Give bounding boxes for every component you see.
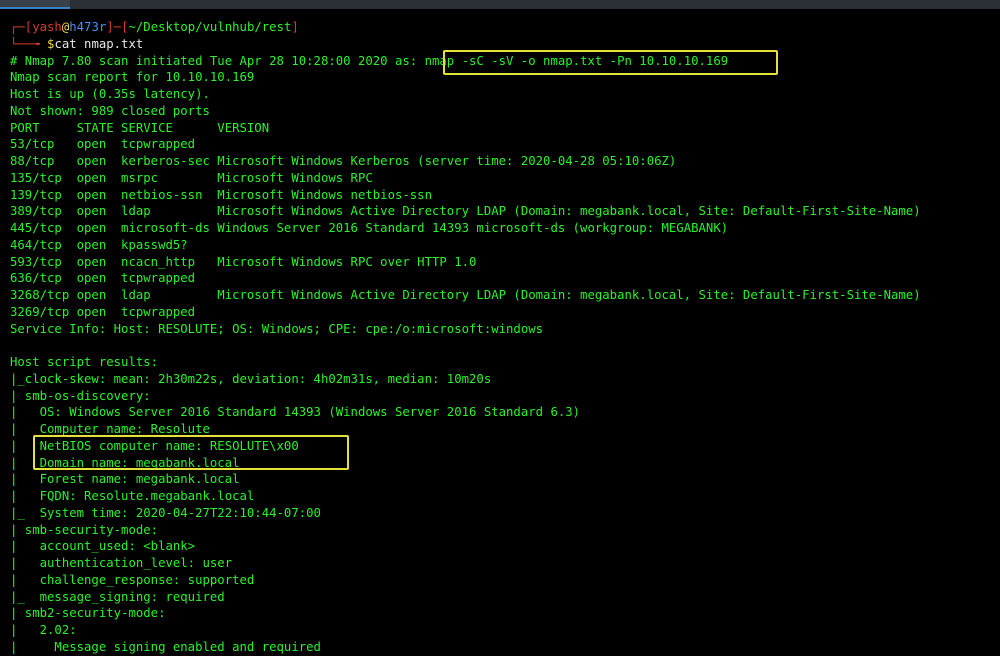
port-row: 139/tcp open netbios-ssn Microsoft Windo… xyxy=(10,187,432,202)
prompt-separator: ]─[ xyxy=(106,20,129,34)
port-row: 636/tcp open tcpwrapped xyxy=(10,271,196,286)
netbios-domain-highlight-box xyxy=(33,435,349,470)
port-row: 88/tcp open kerberos-sec Microsoft Windo… xyxy=(10,154,677,168)
port-row: 593/tcp open ncacn_http Microsoft Window… xyxy=(10,254,477,269)
typed-command: cat nmap.txt xyxy=(54,36,144,51)
prompt-user: yash xyxy=(32,20,62,34)
prompt-open-bracket: ┌─[ xyxy=(10,20,33,34)
prompt-arrow: └──╼ xyxy=(10,36,48,51)
script-line: | OS: Windows Server 2016 Standard 14393… xyxy=(10,405,581,420)
script-line: | FQDN: Resolute.megabank.local xyxy=(10,489,255,503)
script-line: | authentication_level: user xyxy=(10,556,233,570)
script-line: | smb-os-discovery: xyxy=(10,388,151,403)
script-line: |_ message_signing: required xyxy=(10,589,225,604)
command-highlight-box xyxy=(443,50,778,75)
script-line: | smb2-security-mode: xyxy=(10,606,166,621)
port-row: 53/tcp open tcpwrapped xyxy=(10,137,196,152)
port-row: 135/tcp open msrpc Microsoft Windows RPC xyxy=(10,170,373,185)
prompt-close-bracket: ] xyxy=(291,20,299,34)
port-row: 445/tcp open microsoft-ds Windows Server… xyxy=(10,221,729,235)
script-line: |_ System time: 2020-04-27T22:10:44-07:0… xyxy=(10,505,321,520)
script-line: | Message signing enabled and required xyxy=(10,639,321,654)
port-row: 464/tcp open kpasswd5? xyxy=(10,237,188,252)
service-info-line: Service Info: Host: RESOLUTE; OS: Window… xyxy=(10,321,544,336)
prompt-path: ~/Desktop/vulnhub/rest xyxy=(128,20,292,34)
script-line: | challenge_response: supported xyxy=(10,572,255,587)
active-tab-indicator xyxy=(0,7,70,9)
port-row: 389/tcp open ldap Microsoft Windows Acti… xyxy=(10,204,921,219)
port-table-header: PORT STATE SERVICE VERSION xyxy=(10,120,270,135)
scan-header-prefix: # Nmap 7.80 scan initiated Tue Apr 28 10… xyxy=(10,53,425,68)
output-line: Host is up (0.35s latency). xyxy=(10,87,210,101)
prompt-line: ┌─[yash@h473r]─[~/Desktop/vulnhub/rest] xyxy=(10,19,995,36)
output-line: Not shown: 989 closed ports xyxy=(10,103,210,118)
port-row: 3269/tcp open tcpwrapped xyxy=(10,304,196,319)
prompt-host: h473r xyxy=(69,20,107,34)
script-line: | smb-security-mode: xyxy=(10,522,159,537)
script-line: | 2.02: xyxy=(10,623,77,637)
script-line: | account_used: <blank> xyxy=(10,539,196,554)
window-top-bar xyxy=(0,0,1000,9)
terminal-output[interactable]: ┌─[yash@h473r]─[~/Desktop/vulnhub/rest] … xyxy=(10,19,995,656)
port-row: 3268/tcp open ldap Microsoft Windows Act… xyxy=(10,288,921,302)
host-script-header: Host script results: xyxy=(10,355,159,369)
script-line: |_clock-skew: mean: 2h30m22s, deviation:… xyxy=(10,371,492,386)
script-line: | Forest name: megabank.local xyxy=(10,472,240,487)
